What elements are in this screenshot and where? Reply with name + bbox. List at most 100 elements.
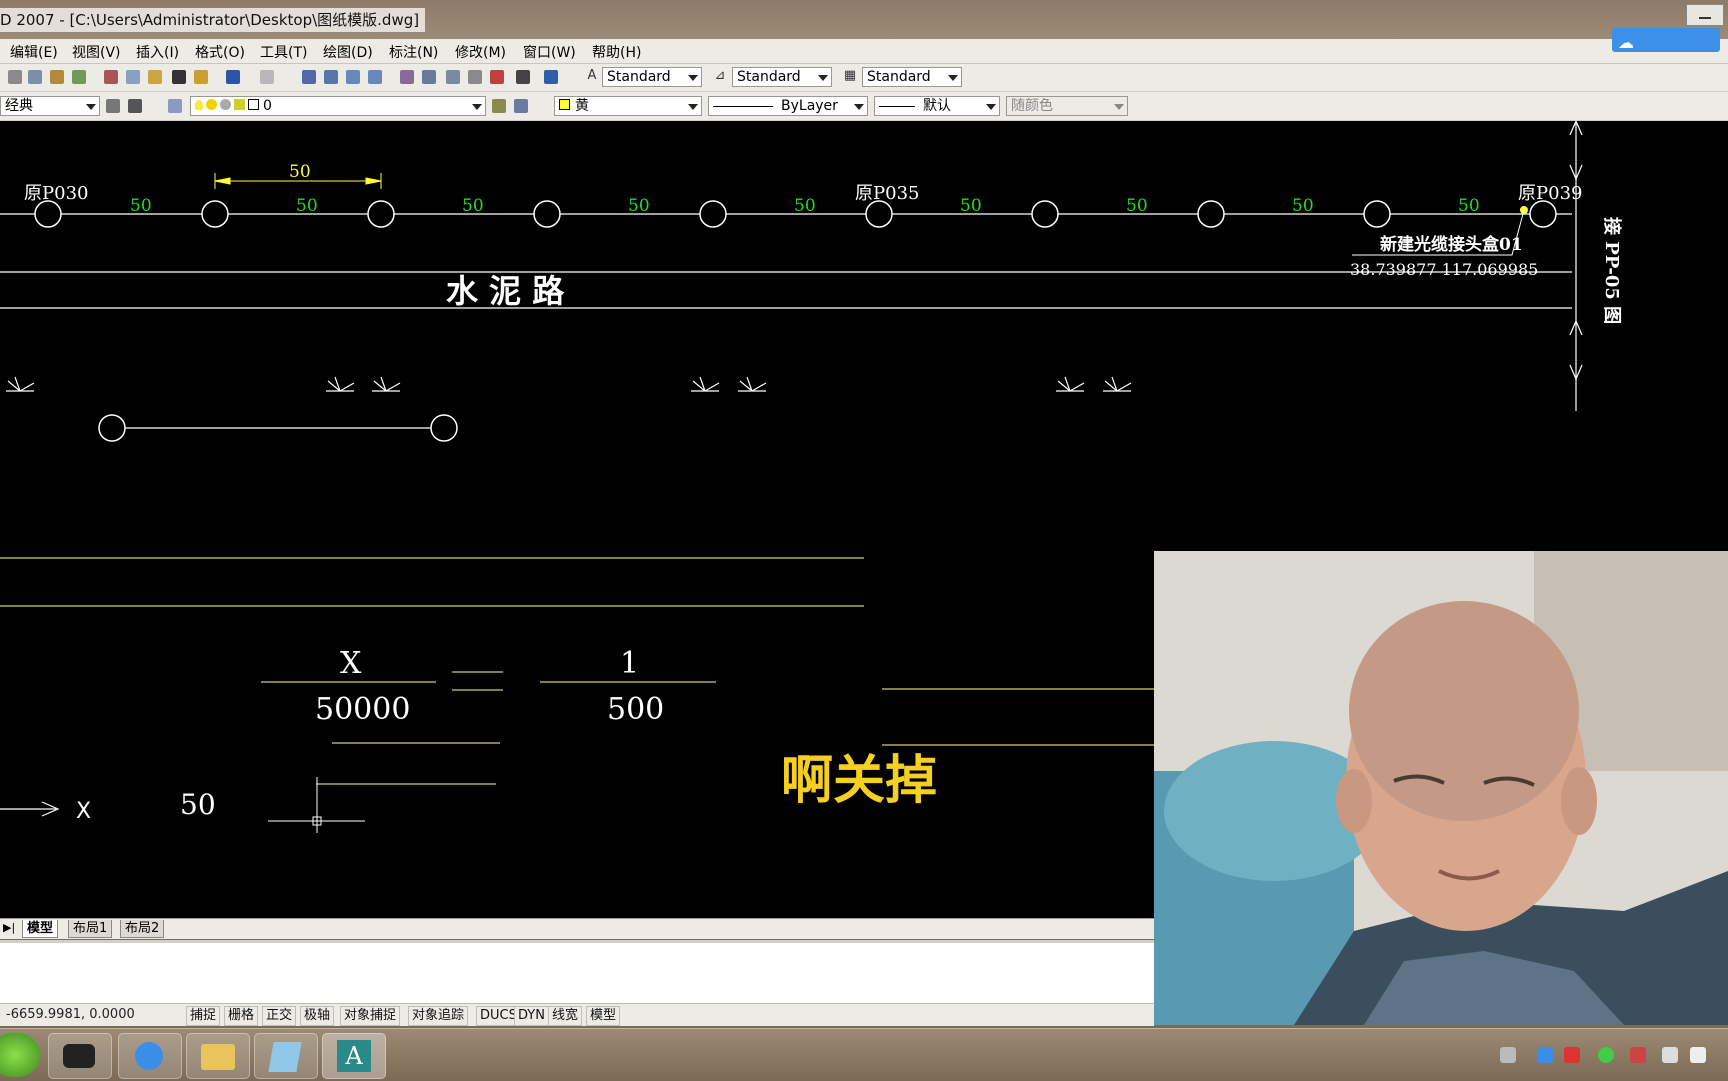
pan-icon[interactable]	[302, 70, 316, 84]
linetype-select[interactable]: ByLayer	[708, 96, 868, 116]
zoom-realtime-icon[interactable]	[324, 70, 338, 84]
network-icon[interactable]	[1662, 1047, 1678, 1063]
keyboard-icon[interactable]	[1500, 1047, 1516, 1063]
grass-icon	[691, 376, 720, 392]
redo-icon[interactable]	[260, 70, 274, 84]
otrack-toggle[interactable]: 对象追踪	[408, 1006, 469, 1026]
span-dim: 50	[130, 196, 152, 216]
text-style-icon: A	[587, 68, 597, 83]
menu-draw[interactable]: 绘图(D)	[323, 42, 373, 62]
volume-icon[interactable]	[1690, 1047, 1706, 1063]
workspace-value: 经典	[5, 98, 33, 114]
grass-icon	[1056, 376, 1085, 392]
chevron-down-icon	[948, 75, 958, 81]
pole-circle[interactable]	[1197, 200, 1225, 228]
menu-tools[interactable]: 工具(T)	[260, 42, 307, 62]
ortho-toggle[interactable]: 正交	[262, 1006, 297, 1026]
pole-circle[interactable]	[34, 200, 62, 228]
cloud-tray-icon[interactable]	[1537, 1047, 1553, 1063]
design-center-icon[interactable]	[422, 70, 436, 84]
make-layer-current-icon[interactable]	[492, 99, 506, 113]
taskbar-notepad[interactable]	[254, 1033, 318, 1079]
plot-icon[interactable]	[8, 70, 22, 84]
taskbar-camera-app[interactable]	[48, 1033, 112, 1079]
taskbar-cloud-app[interactable]	[118, 1033, 182, 1079]
text-style-select[interactable]: Standard	[602, 67, 702, 87]
menu-window[interactable]: 窗口(W)	[523, 42, 576, 62]
cut-icon[interactable]	[104, 70, 118, 84]
menu-format[interactable]: 格式(O)	[195, 42, 245, 62]
layer-color-swatch	[248, 99, 259, 110]
tab-layout2[interactable]: 布局2	[120, 920, 165, 938]
layer-previous-icon[interactable]	[514, 99, 528, 113]
help-icon[interactable]	[544, 70, 558, 84]
menu-help[interactable]: 帮助(H)	[592, 42, 641, 62]
copy-icon[interactable]	[126, 70, 140, 84]
workspace-settings-icon[interactable]	[106, 99, 120, 113]
command-line[interactable]	[0, 940, 1154, 1005]
tab-model[interactable]: 模型	[22, 920, 59, 938]
tab-nav-icon[interactable]: ▶|	[3, 921, 15, 934]
table-style-value: Standard	[867, 69, 931, 85]
pole-circle[interactable]	[1363, 200, 1391, 228]
menu-view[interactable]: 视图(V)	[72, 42, 121, 62]
color-select[interactable]: 黄	[554, 96, 702, 116]
plot-preview-icon[interactable]	[28, 70, 42, 84]
menu-insert[interactable]: 插入(I)	[136, 42, 179, 62]
cloud-icon: ☁	[1618, 33, 1634, 52]
span-dim: 50	[1458, 196, 1480, 216]
match-properties-icon[interactable]	[172, 70, 186, 84]
tab-layout1[interactable]: 布局1	[68, 920, 113, 938]
lineweight-toggle[interactable]: 线宽	[548, 1006, 583, 1026]
legend-pole[interactable]	[430, 414, 458, 442]
taskbar-autocad[interactable]: A	[322, 1033, 386, 1079]
markup-icon[interactable]	[490, 70, 504, 84]
calculator-icon[interactable]	[516, 70, 530, 84]
plotstyle-select: 随颜色	[1006, 96, 1128, 116]
start-button[interactable]	[0, 1033, 40, 1077]
security-icon[interactable]	[1598, 1047, 1614, 1063]
model-toggle[interactable]: 模型	[586, 1006, 621, 1026]
osnap-toggle[interactable]: 对象捕捉	[340, 1006, 401, 1026]
pole-circle[interactable]	[865, 200, 893, 228]
sun-icon	[206, 99, 217, 110]
pole-circle[interactable]	[201, 200, 229, 228]
table-style-select[interactable]: Standard	[862, 67, 962, 87]
polar-toggle[interactable]: 极轴	[300, 1006, 335, 1026]
paste-icon[interactable]	[148, 70, 162, 84]
block-editor-icon[interactable]	[194, 70, 208, 84]
lineweight-select[interactable]: 默认	[874, 96, 1000, 116]
pole-circle[interactable]	[533, 200, 561, 228]
tool-palettes-icon[interactable]	[446, 70, 460, 84]
notification-icon[interactable]	[1630, 1047, 1646, 1063]
undo-icon[interactable]	[226, 70, 240, 84]
record-icon[interactable]	[1564, 1047, 1580, 1063]
zoom-window-icon[interactable]	[346, 70, 360, 84]
zoom-previous-icon[interactable]	[368, 70, 382, 84]
layer-manager-icon[interactable]	[168, 99, 182, 113]
legend-pole[interactable]	[98, 414, 126, 442]
pole-circle[interactable]	[699, 200, 727, 228]
save-workspace-icon[interactable]	[128, 99, 142, 113]
cloud-sync-badge[interactable]: ☁	[1612, 28, 1720, 52]
taskbar: A	[0, 1028, 1728, 1081]
snap-toggle[interactable]: 捕捉	[186, 1006, 221, 1026]
publish-icon[interactable]	[50, 70, 64, 84]
pole-circle[interactable]	[1529, 200, 1557, 228]
pole-circle[interactable]	[367, 200, 395, 228]
pole-circle[interactable]	[1031, 200, 1059, 228]
grid-toggle[interactable]: 栅格	[224, 1006, 259, 1026]
video-subtitle: 啊关掉	[781, 751, 937, 811]
menu-dimension[interactable]: 标注(N)	[389, 42, 438, 62]
dyn-toggle[interactable]: DYN	[514, 1006, 549, 1026]
menu-edit[interactable]: 编辑(E)	[10, 42, 58, 62]
workspace-select[interactable]: 经典	[0, 96, 100, 116]
3d-dwf-icon[interactable]	[72, 70, 86, 84]
taskbar-explorer[interactable]	[186, 1033, 250, 1079]
sheet-set-icon[interactable]	[468, 70, 482, 84]
minimize-button[interactable]	[1686, 4, 1724, 26]
properties-icon[interactable]	[400, 70, 414, 84]
layer-select[interactable]: 0	[190, 96, 486, 116]
dim-style-select[interactable]: Standard	[732, 67, 832, 87]
menu-modify[interactable]: 修改(M)	[455, 42, 506, 62]
